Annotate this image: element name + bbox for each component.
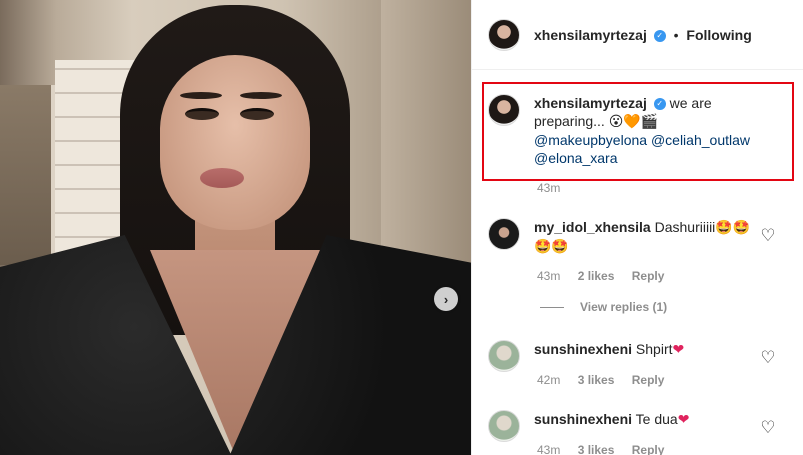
photo-subject xyxy=(240,92,282,99)
comment-likes[interactable]: 2 likes xyxy=(578,269,615,283)
comment-emojis: ❤ xyxy=(677,412,690,428)
mention-link[interactable]: @makeupbyelona xyxy=(534,132,647,148)
caption-avatar[interactable] xyxy=(488,94,520,126)
post-photo[interactable]: › xyxy=(0,0,471,455)
caption-emojis: 😮🧡🎬 xyxy=(608,114,659,130)
comment-likes[interactable]: 3 likes xyxy=(578,373,615,387)
comment-item: sunshinexheni Te dua❤ xyxy=(488,410,754,442)
heart-outline-icon[interactable]: ♡ xyxy=(759,227,777,245)
divider xyxy=(540,306,564,308)
reply-button[interactable]: Reply xyxy=(632,373,665,387)
commenter-username[interactable]: sunshinexheni xyxy=(534,411,632,427)
comment-emojis: 🤩🤩 xyxy=(534,239,569,255)
heart-outline-icon[interactable]: ♡ xyxy=(759,419,777,437)
photo-subject xyxy=(160,55,310,230)
commenter-username[interactable]: sunshinexheni xyxy=(534,341,632,357)
next-photo-button[interactable]: › xyxy=(434,287,458,311)
caption-meta: 43m xyxy=(537,181,574,195)
comment-text: Dashuriiiii xyxy=(654,219,716,235)
following-button[interactable]: Following xyxy=(686,27,751,43)
photo-subject xyxy=(240,108,274,120)
caption-username[interactable]: xhensilamyrtezaj xyxy=(534,95,647,111)
mention-link[interactable]: @elona_xara xyxy=(534,150,618,166)
caption: xhensilamyrtezaj ✓ we are preparing... 😮… xyxy=(488,94,774,167)
photo-subject xyxy=(185,108,219,120)
reply-button[interactable]: Reply xyxy=(632,269,665,283)
comment-item: sunshinexheni Shpirt❤ xyxy=(488,340,754,372)
post-header: xhensilamyrtezaj ✓ • Following xyxy=(472,0,803,70)
author-username[interactable]: xhensilamyrtezaj xyxy=(534,27,647,43)
commenter-username[interactable]: my_idol_xhensila xyxy=(534,219,651,235)
heart-outline-icon[interactable]: ♡ xyxy=(759,349,777,367)
comment-item: my_idol_xhensila Dashuriiiii🤩🤩 🤩🤩 xyxy=(488,218,754,256)
comment-likes[interactable]: 3 likes xyxy=(578,443,615,455)
verified-badge-icon: ✓ xyxy=(653,29,666,42)
chevron-right-icon: › xyxy=(443,291,449,307)
comment-emojis: ❤ xyxy=(672,342,685,358)
comment-timestamp[interactable]: 43m xyxy=(537,269,560,283)
comment-timestamp[interactable]: 42m xyxy=(537,373,560,387)
view-replies-button[interactable]: View replies (1) xyxy=(540,300,667,314)
comment-emojis: 🤩🤩 xyxy=(715,220,751,236)
commenter-avatar[interactable] xyxy=(488,218,520,250)
caption-timestamp[interactable]: 43m xyxy=(537,181,560,195)
author-avatar[interactable] xyxy=(488,18,520,51)
commenter-avatar[interactable] xyxy=(488,410,520,442)
comment-meta: 43m 2 likes Reply xyxy=(537,269,678,283)
comment-timestamp[interactable]: 43m xyxy=(537,443,560,455)
comment-meta: 42m 3 likes Reply xyxy=(537,373,678,387)
verified-badge-icon: ✓ xyxy=(653,98,666,111)
view-replies-label: View replies (1) xyxy=(580,300,668,314)
mention-link[interactable]: @celiah_outlaw xyxy=(651,132,750,148)
photo-subject xyxy=(180,92,222,99)
commenter-avatar[interactable] xyxy=(488,340,520,372)
comment-text: Te dua xyxy=(635,411,678,427)
photo-subject xyxy=(200,168,244,188)
comment-text: Shpirt xyxy=(635,341,673,357)
photo-background xyxy=(0,85,55,265)
comment-meta: 43m 3 likes Reply xyxy=(537,443,678,455)
reply-button[interactable]: Reply xyxy=(632,443,665,455)
separator: • xyxy=(673,26,679,43)
comments-panel: xhensilamyrtezaj ✓ • Following xhensilam… xyxy=(471,0,803,455)
